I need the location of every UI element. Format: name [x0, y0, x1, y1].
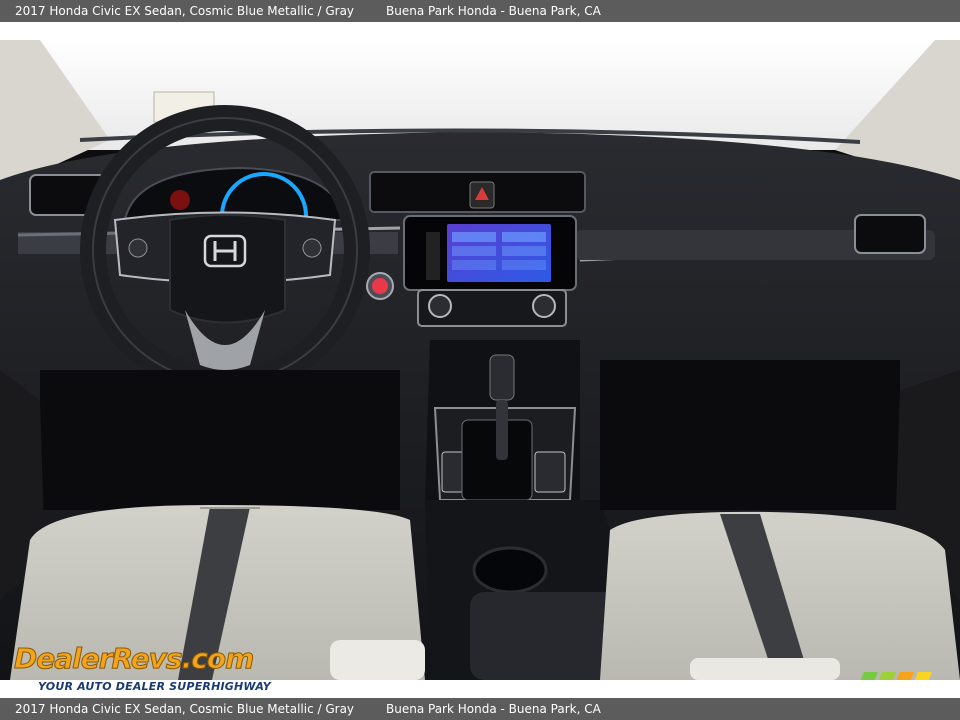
caption-dealer-bottom: Buena Park Honda - Buena Park, CA: [386, 702, 601, 716]
caption-vehicle-bottom: 2017 Honda Civic EX Sedan, Cosmic Blue M…: [15, 702, 355, 716]
stripes-logo: [860, 672, 932, 680]
interior-photo-illustration: [0, 40, 960, 680]
caption-dealer: Buena Park Honda - Buena Park, CA: [386, 4, 601, 18]
caption-bar-bottom: 2017 Honda Civic EX Sedan, Cosmic Blue M…: [0, 698, 960, 720]
vent-right: [854, 214, 926, 254]
cup-holder: [472, 546, 548, 594]
temp-knob-left: [428, 294, 452, 318]
temp-knob-right: [532, 294, 556, 318]
armrest: [470, 592, 620, 680]
gear-shifter: [489, 354, 515, 401]
watermark-brand: DealerRevs.com: [13, 642, 254, 676]
interior-photo: [0, 40, 960, 680]
caption-vehicle: 2017 Honda Civic EX Sedan, Cosmic Blue M…: [15, 4, 355, 18]
caption-bar-top: 2017 Honda Civic EX Sedan, Cosmic Blue M…: [0, 0, 960, 22]
watermark-tagline: YOUR AUTO DEALER SUPERHIGHWAY: [38, 680, 271, 693]
airbag-hub: [169, 214, 286, 324]
dealerrevs-watermark: DealerRevs.com YOUR AUTO DEALER SUPERHIG…: [13, 642, 270, 694]
